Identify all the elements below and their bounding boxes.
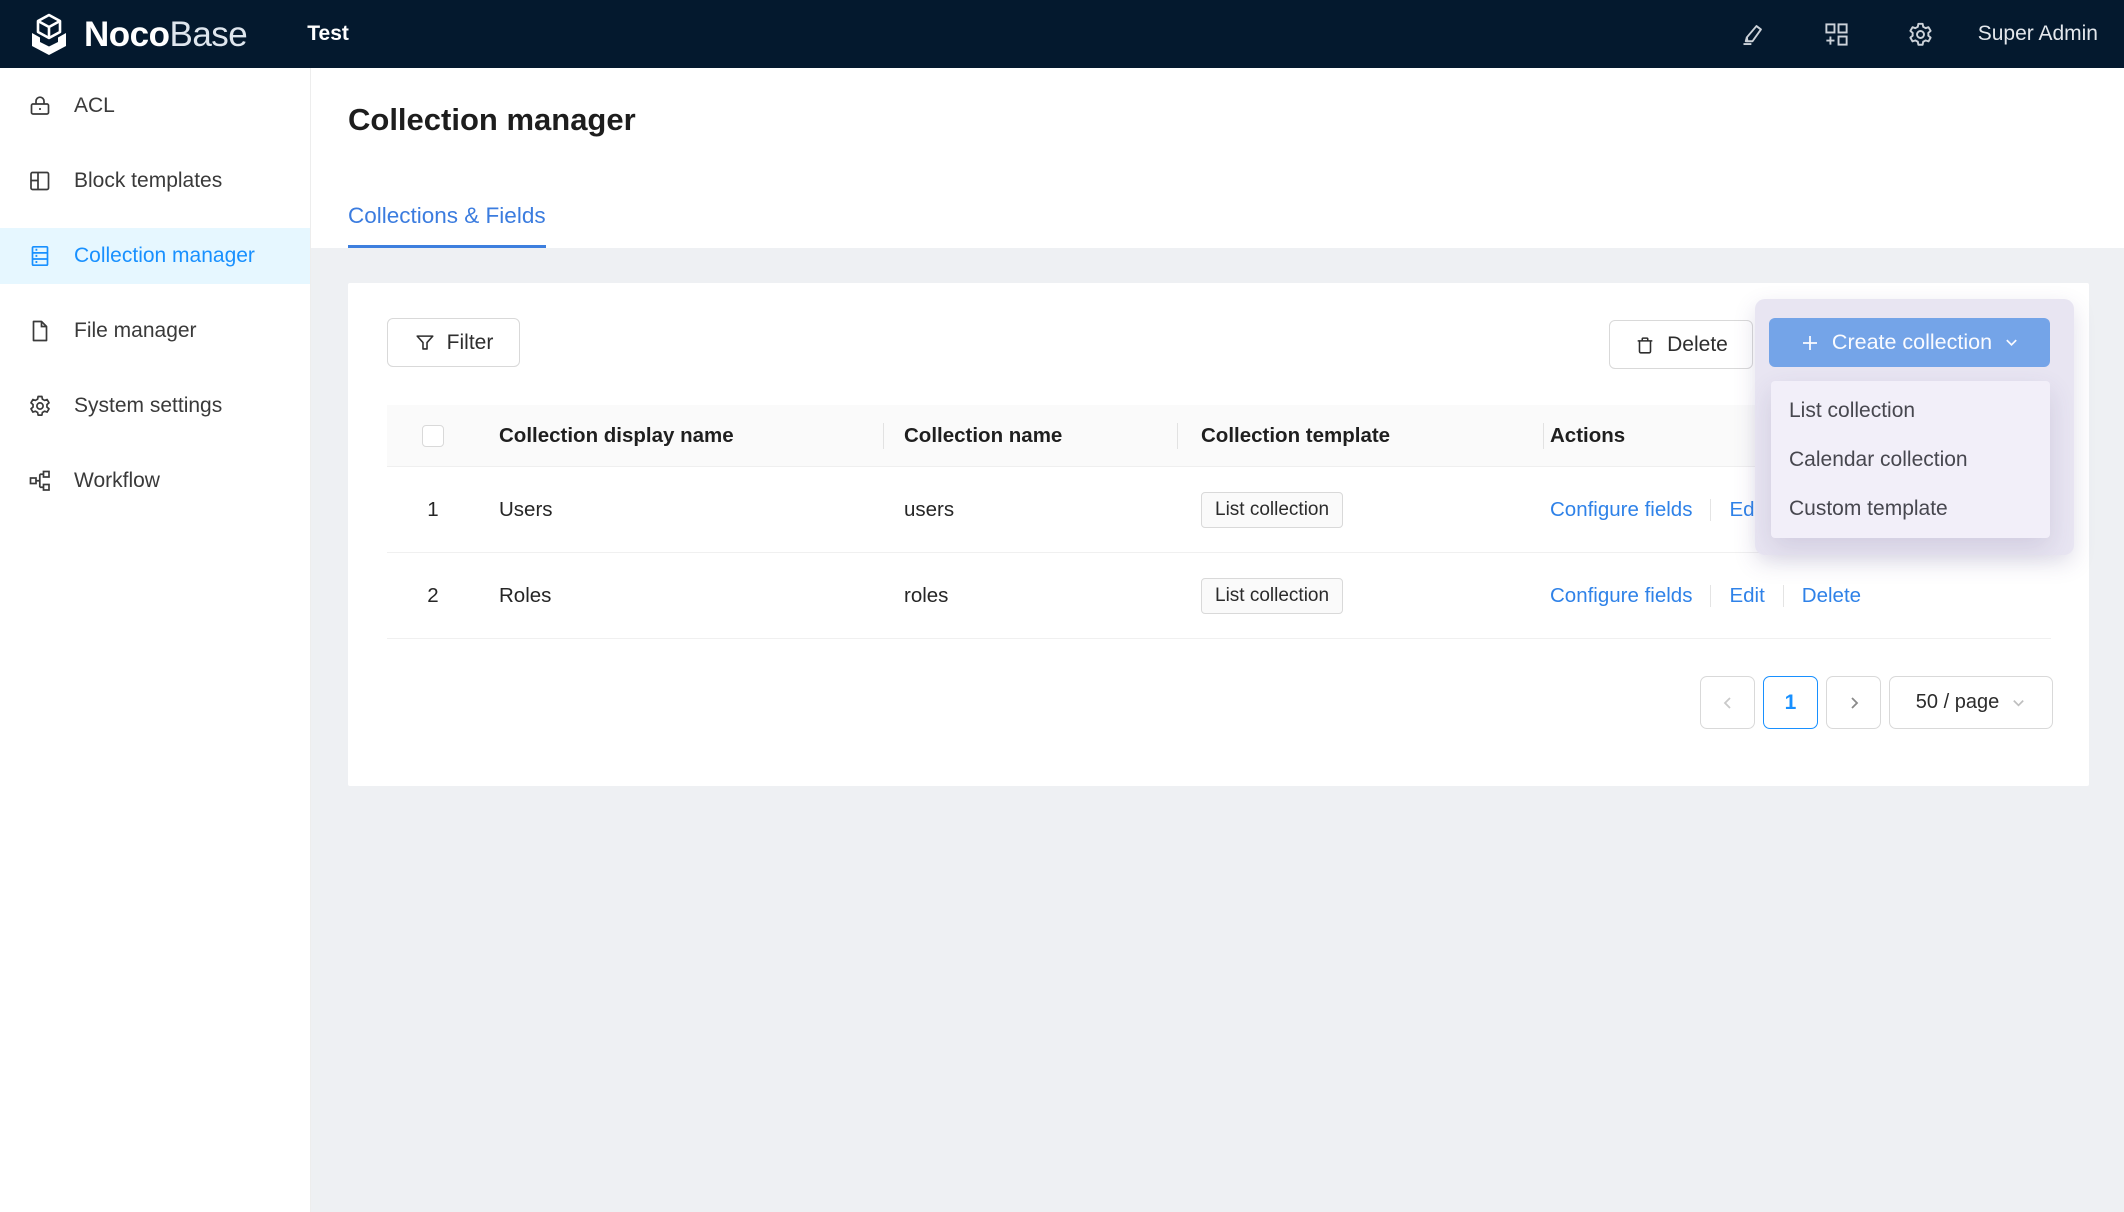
highlighter-icon bbox=[1739, 21, 1766, 48]
sidebar-item-collection-manager[interactable]: Collection manager bbox=[0, 228, 310, 284]
table-row: 2 Roles roles List collection Configure … bbox=[387, 553, 2051, 639]
lock-icon bbox=[28, 94, 52, 118]
nocobase-cube-icon bbox=[27, 12, 71, 56]
tab-collections-and-fields[interactable]: Collections & Fields bbox=[348, 203, 546, 248]
chevron-down-icon bbox=[2011, 695, 2026, 710]
create-collection-button[interactable]: Create collection bbox=[1769, 318, 2050, 367]
sidebar-item-label: ACL bbox=[74, 94, 115, 118]
sidebar-item-file-manager[interactable]: File manager bbox=[0, 303, 310, 359]
sidebar-item-block-templates[interactable]: Block templates bbox=[0, 153, 310, 209]
content-background: Filter Delete Collection display name Co bbox=[311, 248, 2124, 1212]
filter-button[interactable]: Filter bbox=[387, 318, 520, 367]
pagination: 1 50 / page bbox=[1700, 676, 2053, 729]
edit-link[interactable]: Edit bbox=[1729, 584, 1764, 608]
configure-fields-link[interactable]: Configure fields bbox=[1550, 584, 1692, 608]
template-tag: List collection bbox=[1201, 578, 1343, 614]
configure-fields-link[interactable]: Configure fields bbox=[1550, 498, 1692, 522]
workflow-icon bbox=[28, 469, 52, 493]
sidebar-item-label: Collection manager bbox=[74, 244, 255, 268]
header-collection-name: Collection name bbox=[883, 424, 1177, 448]
trash-icon bbox=[1634, 334, 1656, 356]
page-title: Collection manager bbox=[348, 102, 636, 138]
template-tag: List collection bbox=[1201, 492, 1343, 528]
sidebar-item-acl[interactable]: ACL bbox=[0, 78, 310, 134]
plus-icon bbox=[1800, 333, 1820, 353]
select-all-checkbox[interactable] bbox=[422, 425, 444, 447]
top-navbar: NocoBase Test Super Admin bbox=[0, 0, 2124, 68]
navbar-right: Super Admin bbox=[1739, 21, 2098, 48]
page-size-select[interactable]: 50 / page bbox=[1889, 676, 2053, 729]
brand-text: NocoBase bbox=[84, 17, 247, 52]
sidebar-item-label: File manager bbox=[74, 319, 197, 343]
action-divider bbox=[1710, 499, 1711, 521]
filter-button-label: Filter bbox=[447, 331, 494, 355]
collections-icon bbox=[28, 244, 52, 268]
header-collection-display-name: Collection display name bbox=[479, 424, 883, 448]
sidebar-item-workflow[interactable]: Workflow bbox=[0, 453, 310, 509]
chevron-left-icon bbox=[1720, 695, 1736, 711]
nocobase-logo[interactable]: NocoBase bbox=[27, 12, 247, 56]
cell-actions: Configure fields Edit Delete bbox=[1543, 584, 2051, 608]
pagination-next-button[interactable] bbox=[1826, 676, 1881, 729]
cell-collection-template: List collection bbox=[1177, 492, 1543, 528]
cell-collection-name: roles bbox=[883, 584, 1177, 608]
delete-link[interactable]: Delete bbox=[1802, 584, 1861, 608]
cell-collection-template: List collection bbox=[1177, 578, 1543, 614]
table-header-checkbox-cell bbox=[387, 425, 479, 447]
dropdown-item-calendar-collection[interactable]: Calendar collection bbox=[1771, 435, 2050, 484]
chevron-down-icon bbox=[2004, 335, 2019, 350]
chevron-right-icon bbox=[1846, 695, 1862, 711]
plugin-blocks-icon bbox=[1823, 21, 1850, 48]
header-collection-template: Collection template bbox=[1177, 424, 1543, 448]
pagination-page-1[interactable]: 1 bbox=[1763, 676, 1818, 729]
system-settings-button[interactable] bbox=[1907, 21, 1934, 48]
sidebar: ACL Block templates Collection manager F… bbox=[0, 68, 311, 1212]
ui-editor-button[interactable] bbox=[1739, 21, 1766, 48]
row-index: 2 bbox=[387, 584, 479, 608]
sidebar-item-system-settings[interactable]: System settings bbox=[0, 378, 310, 434]
plugin-manager-button[interactable] bbox=[1823, 21, 1850, 48]
sidebar-item-label: Block templates bbox=[74, 169, 222, 193]
create-collection-highlight-panel: Create collection List collection Calend… bbox=[1755, 299, 2074, 555]
cell-display-name: Roles bbox=[479, 584, 883, 608]
delete-button[interactable]: Delete bbox=[1609, 320, 1753, 369]
file-icon bbox=[28, 319, 52, 343]
main-area: Collection manager Collections & Fields … bbox=[311, 68, 2124, 1212]
nav-menu-item-test[interactable]: Test bbox=[307, 22, 349, 46]
pagination-prev-button[interactable] bbox=[1700, 676, 1755, 729]
page-header: Collection manager Collections & Fields bbox=[311, 68, 2124, 248]
dropdown-item-list-collection[interactable]: List collection bbox=[1771, 386, 2050, 435]
current-user[interactable]: Super Admin bbox=[1978, 22, 2098, 46]
funnel-icon bbox=[414, 332, 436, 354]
gear-icon bbox=[1907, 21, 1934, 48]
layout-icon bbox=[28, 169, 52, 193]
page-size-value: 50 / page bbox=[1916, 691, 1999, 714]
create-collection-dropdown: List collection Calendar collection Cust… bbox=[1771, 381, 2050, 538]
collections-card: Filter Delete Collection display name Co bbox=[348, 283, 2089, 786]
cell-display-name: Users bbox=[479, 498, 883, 522]
action-divider bbox=[1710, 585, 1711, 607]
sidebar-item-label: Workflow bbox=[74, 469, 160, 493]
create-collection-label: Create collection bbox=[1832, 330, 1992, 355]
sidebar-item-label: System settings bbox=[74, 394, 222, 418]
cell-collection-name: users bbox=[883, 498, 1177, 522]
delete-button-label: Delete bbox=[1667, 333, 1728, 357]
action-divider bbox=[1783, 585, 1784, 607]
dropdown-item-custom-template[interactable]: Custom template bbox=[1771, 484, 2050, 533]
row-index: 1 bbox=[387, 498, 479, 522]
gear-icon bbox=[28, 394, 52, 418]
